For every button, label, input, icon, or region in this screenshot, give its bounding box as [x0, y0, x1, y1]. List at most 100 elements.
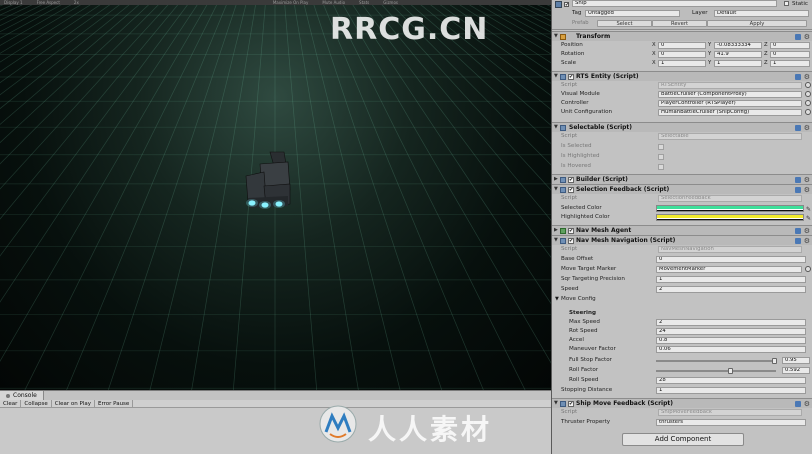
enabled-checkbox[interactable]: ✔ [568, 187, 574, 193]
static-checkbox[interactable] [784, 1, 789, 6]
position-z[interactable]: 0 [770, 42, 810, 49]
controller-field[interactable]: PlayerController (RTSPlayer) [658, 100, 802, 107]
steering-row[interactable]: Steering [552, 309, 812, 318]
speed-field[interactable]: 2 [656, 286, 806, 293]
thruster-property-field[interactable]: thrusters [656, 419, 806, 426]
roll-factor-field[interactable]: 0.592 [782, 367, 810, 374]
object-picker-icon[interactable] [805, 100, 811, 106]
position-label: Position [561, 42, 583, 48]
maneuver-factor-field[interactable]: 0.06 [656, 346, 806, 353]
expand-arrow-icon[interactable]: ▼ [554, 123, 558, 132]
console-clear-on-play-button[interactable]: Clear on Play [52, 400, 95, 407]
add-component-button[interactable]: Add Component [622, 433, 744, 446]
object-picker-icon[interactable] [805, 266, 811, 272]
help-book-icon[interactable] [795, 238, 801, 244]
toolbar-mute[interactable]: Mute Audio [322, 0, 345, 5]
enabled-checkbox[interactable]: ✔ [568, 74, 574, 80]
prefab-revert-button[interactable]: Revert [652, 20, 707, 27]
is-highlighted-label: Is Highlighted [561, 153, 600, 159]
is-highlighted-checkbox[interactable] [658, 154, 664, 160]
toolbar-scale[interactable]: 2x [74, 0, 79, 5]
object-picker-icon[interactable] [805, 91, 811, 97]
object-name-field[interactable]: Ship [572, 0, 777, 7]
watermark-rrcg: RRCG.CN [330, 12, 489, 47]
battlecruiser-ship[interactable] [240, 150, 292, 214]
accel-field[interactable]: 0.8 [656, 337, 806, 344]
toolbar-gizmos[interactable]: Gizmos [383, 0, 398, 5]
object-picker-icon[interactable] [805, 82, 811, 88]
position-y[interactable]: -0.08333334 [714, 42, 762, 49]
unit-config-field[interactable]: HumanBattleCruiser (ShipConfig) [658, 109, 802, 116]
rotation-x[interactable]: 0 [658, 51, 706, 58]
expand-arrow-icon[interactable]: ▼ [554, 32, 558, 41]
builder-header[interactable]: ▶ ✔ Builder (Script) ⚙ [552, 174, 812, 184]
enabled-checkbox[interactable]: ✔ [568, 401, 574, 407]
console-tab[interactable]: Console [0, 391, 44, 400]
toolbar-stats[interactable]: Stats [359, 0, 369, 5]
expand-arrow-icon[interactable]: ▼ [554, 399, 558, 408]
rotation-z[interactable]: 0 [770, 51, 810, 58]
rotation-y[interactable]: 41.9 [714, 51, 762, 58]
transform-header[interactable]: ▼ Transform ⚙ [552, 31, 812, 41]
help-book-icon[interactable] [795, 177, 801, 183]
expand-arrow-icon[interactable]: ▼ [554, 185, 558, 194]
layer-dropdown[interactable]: Default [714, 10, 809, 17]
active-checkbox[interactable]: ✔ [564, 2, 569, 8]
expand-arrow-icon[interactable]: ▼ [555, 295, 559, 304]
selected-color-swatch[interactable] [656, 205, 804, 212]
scale-x[interactable]: 1 [658, 60, 706, 67]
help-book-icon[interactable] [795, 228, 801, 234]
sqr-precision-field[interactable]: 1 [656, 276, 806, 283]
selection-feedback-header[interactable]: ▼ ✔ Selection Feedback (Script) ⚙ [552, 184, 812, 194]
roll-speed-field[interactable]: 28 [656, 377, 806, 384]
rot-speed-field[interactable]: 24 [656, 328, 806, 335]
is-selected-checkbox[interactable] [658, 144, 664, 150]
console-error-pause-button[interactable]: Error Pause [95, 400, 134, 407]
prefab-select-button[interactable]: Select [597, 20, 652, 27]
move-config-row[interactable]: ▼ Move Config [552, 295, 812, 304]
object-picker-icon[interactable] [805, 109, 811, 115]
transform-rotation-row: Rotation X0 Y 41.9 Z0 [552, 50, 812, 59]
help-book-icon[interactable] [795, 34, 801, 40]
ship-move-feedback-header[interactable]: ▼ ✔ Ship Move Feedback (Script) ⚙ [552, 398, 812, 408]
full-stop-slider-track[interactable] [656, 360, 776, 362]
max-speed-field[interactable]: 2 [656, 319, 806, 326]
collapse-arrow-icon[interactable]: ▶ [554, 226, 558, 235]
help-book-icon[interactable] [795, 187, 801, 193]
scene-view[interactable]: Display 1 Free Aspect 2x Maximize On Pla… [0, 0, 551, 390]
nav-mesh-agent-header[interactable]: ▶ ✔ Nav Mesh Agent ⚙ [552, 225, 812, 235]
base-offset-field[interactable]: 0 [656, 256, 806, 263]
expand-arrow-icon[interactable]: ▼ [554, 72, 558, 81]
full-stop-slider-knob[interactable] [772, 358, 777, 364]
stopping-distance-field[interactable]: 1 [656, 387, 806, 394]
eyedropper-icon[interactable]: ✎ [806, 214, 811, 223]
roll-factor-slider-knob[interactable] [728, 368, 733, 374]
enabled-checkbox[interactable]: ✔ [568, 238, 574, 244]
toolbar-maximize[interactable]: Maximize On Play [273, 0, 309, 5]
toolbar-aspect[interactable]: Free Aspect [37, 0, 60, 5]
full-stop-field[interactable]: 0.95 [782, 357, 810, 364]
prefab-apply-button[interactable]: Apply [707, 20, 807, 27]
console-collapse-button[interactable]: Collapse [21, 400, 52, 407]
visual-module-field[interactable]: BattleCruiser (ComponentProxy) [658, 91, 802, 98]
move-target-field[interactable]: MovementMarker [656, 266, 802, 273]
scale-y[interactable]: 1 [714, 60, 762, 67]
scale-z[interactable]: 1 [770, 60, 810, 67]
selectable-header[interactable]: ▼ Selectable (Script) ⚙ [552, 122, 812, 132]
enabled-checkbox[interactable]: ✔ [568, 228, 574, 234]
roll-factor-slider-track[interactable] [656, 370, 776, 372]
toolbar-display[interactable]: Display 1 [4, 0, 23, 5]
enabled-checkbox[interactable]: ✔ [568, 177, 574, 183]
help-book-icon[interactable] [795, 125, 801, 131]
is-hovered-checkbox[interactable] [658, 164, 664, 170]
rts-entity-header[interactable]: ▼ ✔ RTS Entity (Script) ⚙ [552, 71, 812, 81]
collapse-arrow-icon[interactable]: ▶ [554, 175, 558, 184]
highlighted-color-swatch[interactable] [656, 214, 804, 221]
console-clear-button[interactable]: Clear [0, 400, 22, 407]
help-book-icon[interactable] [795, 74, 801, 80]
help-book-icon[interactable] [795, 401, 801, 407]
expand-arrow-icon[interactable]: ▼ [554, 236, 558, 245]
nav-mesh-navigation-header[interactable]: ▼ ✔ Nav Mesh Navigation (Script) ⚙ [552, 235, 812, 245]
position-x[interactable]: 0 [658, 42, 706, 49]
tag-dropdown[interactable]: Untagged [585, 10, 680, 17]
